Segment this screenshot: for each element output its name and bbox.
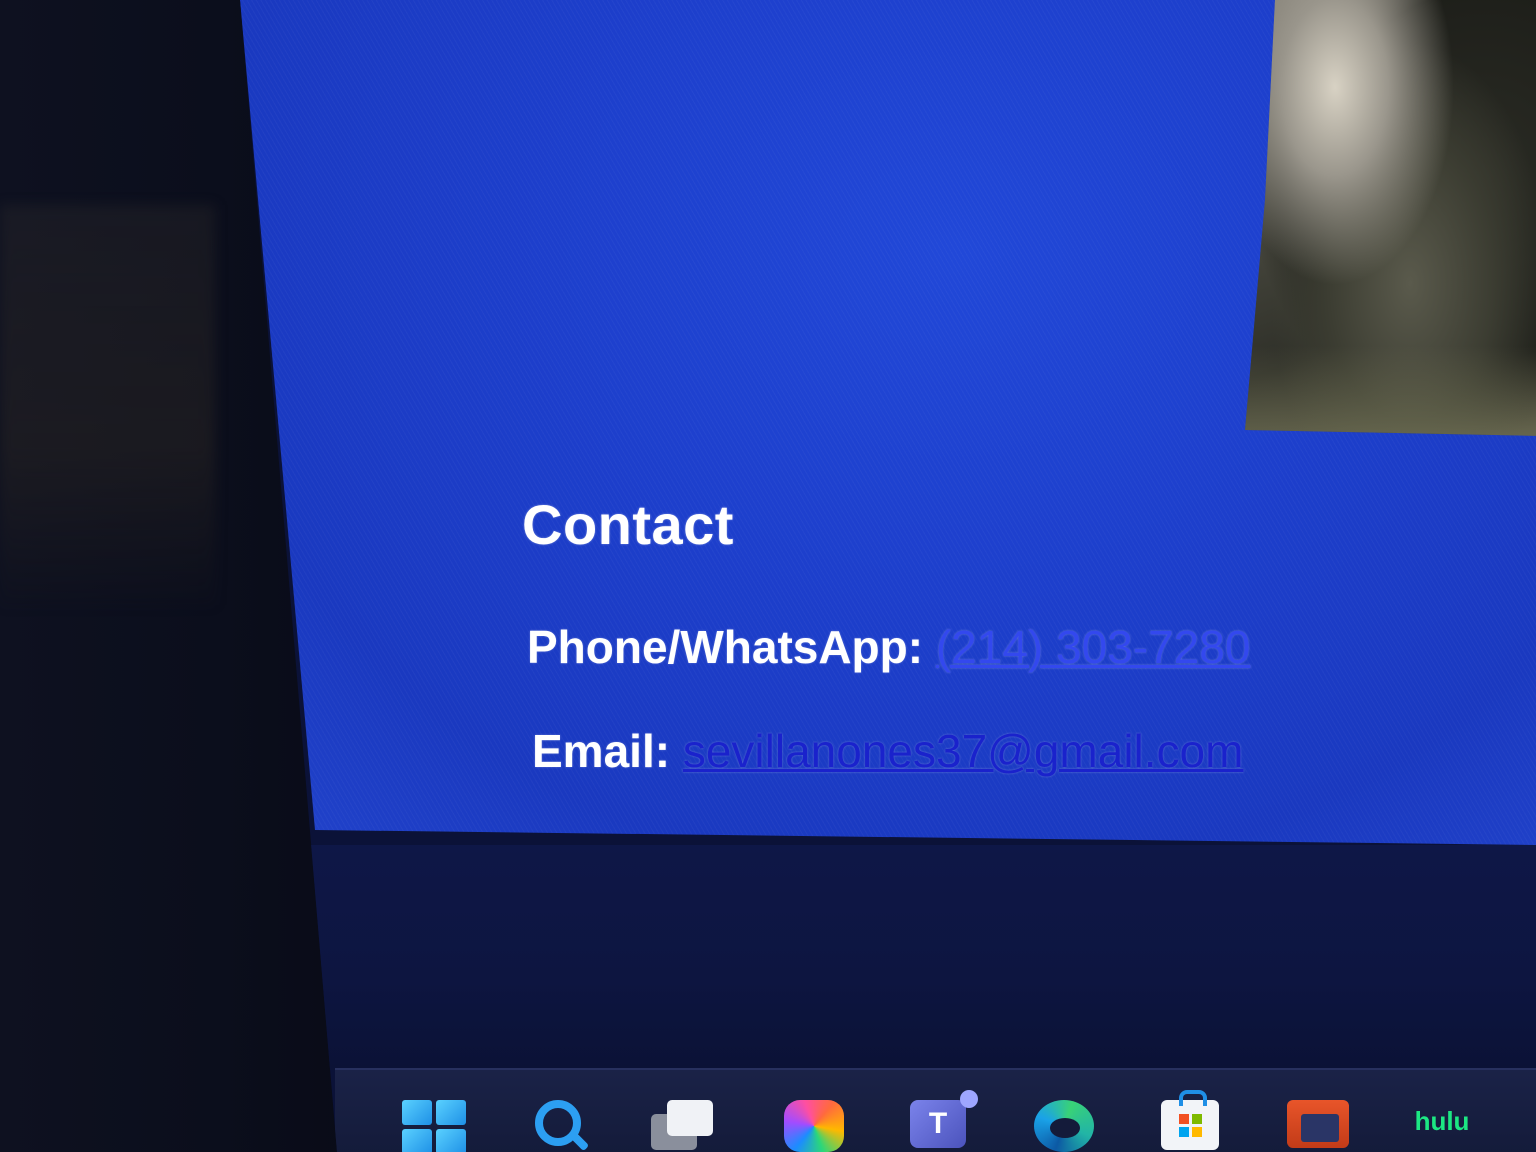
file-explorer-icon[interactable] [1283, 1100, 1353, 1152]
email-row: Email: sevillanones37@gmail.com [532, 724, 1243, 778]
windows-logo-icon[interactable] [399, 1100, 469, 1152]
hulu-label: hulu [1414, 1106, 1470, 1136]
taskbar: T hulu [335, 1068, 1536, 1152]
edge-icon[interactable] [1029, 1100, 1099, 1152]
page-footer-band [240, 845, 1536, 1070]
contact-heading: Contact [522, 493, 734, 556]
screen: Contact Phone/WhatsApp: (214) 303-7280 E… [240, 0, 1536, 1152]
email-link[interactable]: sevillanones37@gmail.com [683, 725, 1244, 777]
search-icon[interactable] [523, 1100, 593, 1152]
bezel-reflection [0, 205, 215, 605]
photo-of-monitor: Contact Phone/WhatsApp: (214) 303-7280 E… [0, 0, 1536, 1152]
copilot-icon[interactable] [779, 1100, 849, 1152]
teams-icon[interactable]: T [903, 1090, 978, 1152]
email-label: Email: [532, 725, 671, 777]
contact-section: Contact Phone/WhatsApp: (214) 303-7280 E… [522, 492, 1250, 777]
phone-link[interactable]: (214) 303-7280 [936, 621, 1251, 673]
task-view-icon[interactable] [651, 1100, 721, 1152]
phone-label: Phone/WhatsApp: [527, 621, 924, 673]
web-page: Contact Phone/WhatsApp: (214) 303-7280 E… [240, 0, 1536, 845]
hulu-icon[interactable]: hulu [1407, 1106, 1477, 1152]
store-icon[interactable] [1155, 1090, 1225, 1152]
phone-row: Phone/WhatsApp: (214) 303-7280 [527, 620, 1250, 674]
tree-bark-photo [1245, 0, 1536, 436]
